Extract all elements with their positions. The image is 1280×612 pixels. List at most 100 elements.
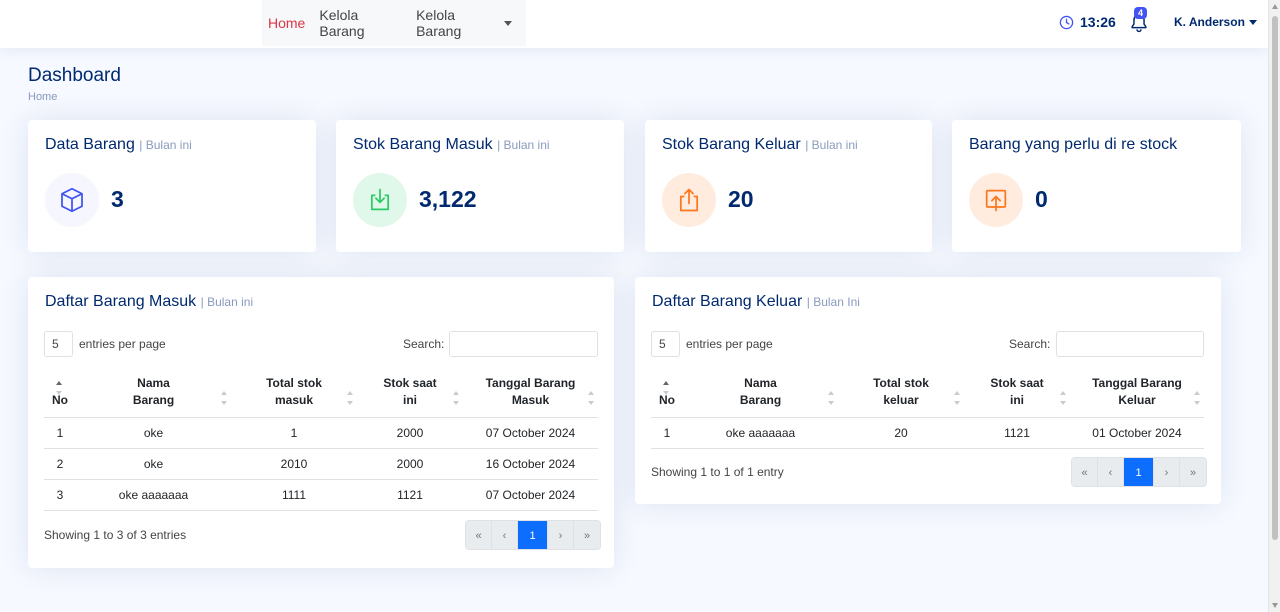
- column-header[interactable]: Total stok masuk: [231, 369, 357, 418]
- card-title-text: Daftar Barang Keluar: [652, 293, 803, 310]
- column-header[interactable]: Tanggal Barang Keluar: [1070, 369, 1204, 418]
- scroll-up-arrow[interactable]: [1272, 4, 1278, 9]
- table-row: 3 oke aaaaaaa 1111 1121 07 October 2024: [44, 479, 598, 511]
- card-title-text: Stok Barang Masuk: [353, 136, 493, 153]
- table-cell: 2000: [357, 417, 463, 449]
- column-header-label: Stok saat ini: [383, 376, 437, 407]
- card-title: Stok Barang Keluar | Bulan ini: [662, 136, 858, 154]
- card-subtitle: | Bulan ini: [805, 138, 858, 152]
- column-header[interactable]: No: [651, 369, 683, 418]
- table-cell: 1: [231, 417, 357, 449]
- table-cell: 07 October 2024: [463, 417, 598, 449]
- nav-kelola-barang[interactable]: Kelola Barang: [319, 7, 402, 39]
- pagination-page-1[interactable]: 1: [1124, 458, 1154, 486]
- column-header-label: Tanggal Barang Keluar: [1092, 376, 1182, 407]
- nav-home[interactable]: Home: [268, 15, 305, 31]
- sort-icon: [1060, 391, 1066, 405]
- table-barang-keluar: No Nama Barang Total stok keluar Stok sa…: [651, 369, 1204, 449]
- stat-value: 3: [111, 186, 124, 212]
- search-input[interactable]: [1056, 331, 1204, 357]
- page-title: Dashboard: [28, 65, 121, 86]
- pagination: « ‹ 1 › »: [465, 520, 601, 550]
- entries-per-page-select[interactable]: 5: [44, 331, 73, 357]
- column-header-label: Total stok keluar: [873, 376, 929, 407]
- scroll-thumb[interactable]: [1272, 16, 1278, 540]
- sort-icon: [828, 391, 834, 405]
- pagination-last[interactable]: »: [1180, 458, 1206, 486]
- pagination-next[interactable]: ›: [548, 521, 574, 549]
- stat-icon-wrap: [662, 173, 716, 227]
- sort-icon: [663, 381, 669, 395]
- pagination-first[interactable]: «: [1072, 458, 1098, 486]
- sort-icon: [56, 381, 62, 395]
- table-row: 1 oke aaaaaaa 20 1121 01 October 2024: [651, 417, 1204, 449]
- card-subtitle: | Bulan ini: [139, 138, 192, 152]
- pagination-prev[interactable]: ‹: [1098, 458, 1124, 486]
- column-header-label: Nama Barang: [132, 376, 175, 407]
- stat-icon-wrap: [969, 173, 1023, 227]
- pagination: « ‹ 1 › »: [1071, 457, 1207, 487]
- entries-per-page-select[interactable]: 5: [651, 331, 680, 357]
- column-header[interactable]: Stok saat ini: [357, 369, 463, 418]
- clock-icon: [1059, 15, 1074, 29]
- pagination-prev[interactable]: ‹: [492, 521, 518, 549]
- table-cell: oke: [76, 448, 231, 480]
- sort-icon: [347, 391, 353, 405]
- card-stok-barang-keluar: Stok Barang Keluar | Bulan ini 20: [645, 120, 932, 252]
- upload-icon: [679, 188, 699, 212]
- table-cell: 2010: [231, 448, 357, 480]
- stat-icon-wrap: [45, 173, 99, 227]
- table-row: 1 oke 1 2000 07 October 2024: [44, 417, 598, 449]
- table-controls: 5 entries per page Search:: [44, 331, 598, 357]
- table-cell: 07 October 2024: [463, 479, 598, 511]
- nav-kelola-barang-dropdown[interactable]: Kelola Barang: [416, 7, 512, 39]
- card-title-text: Stok Barang Keluar: [662, 136, 801, 153]
- card-title: Barang yang perlu di re stock: [969, 136, 1178, 153]
- column-header[interactable]: No: [44, 369, 76, 418]
- stat-value: 0: [1035, 186, 1048, 212]
- stat-value: 3,122: [419, 186, 477, 212]
- table-info: Showing 1 to 1 of 1 entry: [651, 465, 784, 479]
- pagination-first[interactable]: «: [466, 521, 492, 549]
- table-cell: 01 October 2024: [1070, 417, 1204, 449]
- pagination-next[interactable]: ›: [1154, 458, 1180, 486]
- card-daftar-barang-masuk: Daftar Barang Masuk | Bulan ini 5 entrie…: [28, 277, 614, 568]
- breadcrumb-home[interactable]: Home: [28, 91, 57, 103]
- search-input[interactable]: [449, 331, 598, 357]
- top-header: Home Kelola Barang Kelola Barang 13:26 4…: [0, 0, 1268, 48]
- table-cell: oke aaaaaaa: [683, 417, 838, 449]
- user-menu[interactable]: K. Anderson: [1174, 15, 1257, 29]
- table-info: Showing 1 to 3 of 3 entries: [44, 528, 187, 542]
- pagination-last[interactable]: »: [574, 521, 600, 549]
- table-cell: 1121: [964, 417, 1070, 449]
- column-header[interactable]: Tanggal Barang Masuk: [463, 369, 598, 418]
- clock-time: 13:26: [1080, 14, 1116, 30]
- pagination-page-1[interactable]: 1: [518, 521, 548, 549]
- card-title: Daftar Barang Keluar | Bulan Ini: [652, 293, 860, 311]
- column-header[interactable]: Nama Barang: [683, 369, 838, 418]
- table-cell: 1: [44, 417, 76, 449]
- column-header[interactable]: Total stok keluar: [838, 369, 964, 418]
- table-cell: 16 October 2024: [463, 448, 598, 480]
- table-cell: 2000: [357, 448, 463, 480]
- scroll-down-arrow[interactable]: [1272, 603, 1278, 608]
- table-row: 2 oke 2010 2000 16 October 2024: [44, 448, 598, 480]
- column-header-label: Nama Barang: [739, 376, 782, 407]
- chevron-down-icon: [504, 20, 512, 26]
- table-cell: 3: [44, 479, 76, 511]
- entries-per-page-label: entries per page: [79, 337, 166, 351]
- nav-dropdown-label: Kelola Barang: [416, 7, 462, 39]
- sort-icon: [221, 391, 227, 405]
- page-scrollbar[interactable]: [1268, 0, 1280, 612]
- column-header[interactable]: Stok saat ini: [964, 369, 1070, 418]
- sort-icon: [453, 391, 459, 405]
- column-header-label: No: [52, 393, 68, 407]
- card-title-text: Data Barang: [45, 136, 135, 153]
- column-header[interactable]: Nama Barang: [76, 369, 231, 418]
- sort-icon: [954, 391, 960, 405]
- column-header-label: Total stok masuk: [266, 376, 322, 407]
- table-cell: 1: [651, 417, 683, 449]
- table-controls: 5 entries per page Search:: [651, 331, 1205, 357]
- search-label: Search:: [1009, 337, 1051, 351]
- clock: 13:26: [1059, 14, 1116, 30]
